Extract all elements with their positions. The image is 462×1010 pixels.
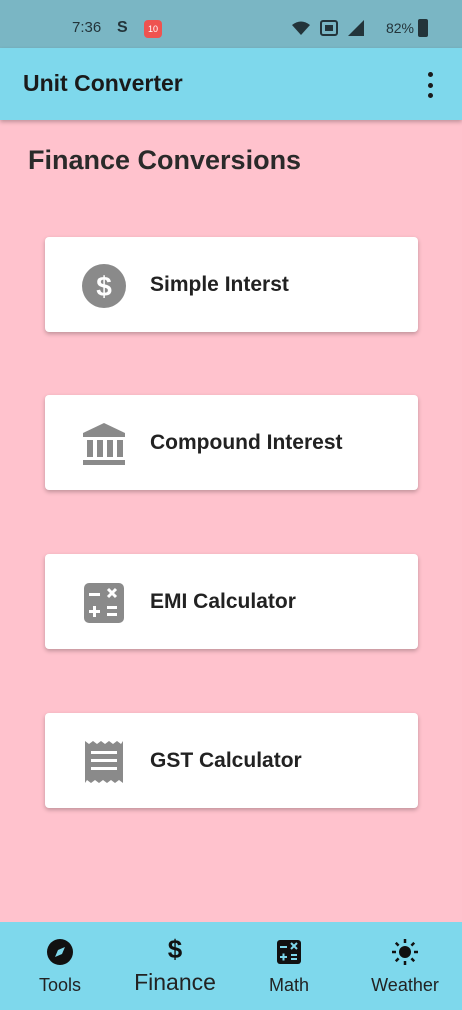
sun-icon [392, 939, 418, 965]
card-label: GST Calculator [150, 749, 302, 772]
svg-text:$: $ [96, 271, 112, 302]
card-label: EMI Calculator [150, 590, 296, 613]
bottom-nav: Tools $ Finance Math Weather [0, 922, 462, 1010]
nav-item-tools[interactable]: Tools [10, 922, 110, 1010]
nav-item-finance[interactable]: $ Finance [125, 922, 225, 1010]
nav-item-math[interactable]: Math [239, 922, 339, 1010]
battery-text: 82% [385, 20, 414, 36]
status-bar: 7:36 S 10 82% [0, 0, 462, 48]
dollar-icon: $ [168, 934, 183, 962]
app-bar: Unit Converter [0, 48, 462, 120]
card-label: Simple Interst [150, 273, 289, 296]
status-icons [292, 20, 364, 36]
status-time: 7:36 [72, 19, 102, 36]
nav-label: Math [268, 975, 310, 995]
compound-interest-card[interactable]: Compound Interest [45, 395, 418, 490]
app-title: Unit Converter [23, 70, 183, 96]
dollar-circle-icon: $ [82, 264, 126, 308]
receipt-icon [85, 741, 123, 783]
wifi-icon [292, 21, 310, 35]
battery-icon [418, 19, 428, 37]
calculator-icon [84, 583, 124, 623]
calculator-icon [277, 940, 301, 964]
nav-label: Finance [134, 969, 216, 995]
bank-icon [83, 423, 125, 465]
status-s-indicator: S [117, 19, 128, 36]
more-vert-icon[interactable] [420, 72, 440, 98]
simple-interest-card[interactable]: $ Simple Interst [45, 237, 418, 332]
notification-badge: 10 [144, 20, 162, 38]
page-title: Finance Conversions [28, 145, 302, 175]
emi-calculator-card[interactable]: EMI Calculator [45, 554, 418, 649]
nav-item-weather[interactable]: Weather [355, 922, 455, 1010]
card-label: Compound Interest [150, 431, 343, 454]
nav-label: Weather [371, 975, 439, 995]
gst-calculator-card[interactable]: GST Calculator [45, 713, 418, 808]
data-saver-icon [320, 20, 338, 36]
compass-icon [47, 939, 73, 965]
svg-text:$: $ [168, 934, 183, 962]
signal-icon [348, 20, 364, 36]
nav-label: Tools [38, 975, 82, 995]
